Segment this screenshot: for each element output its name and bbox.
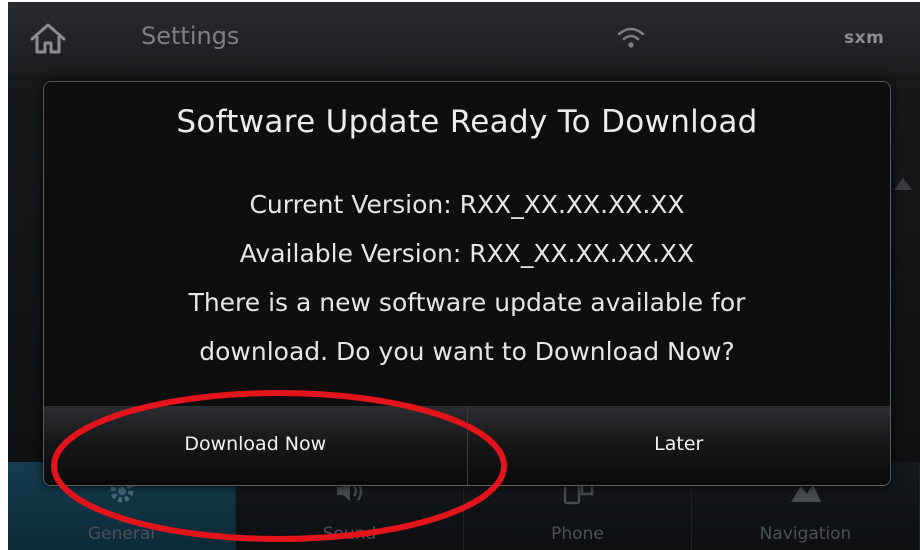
sxm-logo: sxm	[844, 28, 885, 48]
scroll-up-icon[interactable]	[894, 178, 912, 190]
update-message-line-2: download. Do you want to Download Now?	[199, 337, 735, 366]
tab-label: Navigation	[759, 524, 852, 544]
dialog-message: Current Version: RXX_XX.XX.XX.XX Availab…	[44, 180, 890, 376]
available-version-text: Available Version: RXX_XX.XX.XX.XX	[239, 239, 695, 268]
tab-label: Phone	[551, 524, 604, 544]
wifi-icon	[617, 27, 645, 48]
infotainment-screen: Settings sxm General Sound Phone Navigat…	[8, 2, 920, 550]
software-update-dialog: Software Update Ready To Download Curren…	[43, 81, 891, 486]
home-button[interactable]	[16, 10, 80, 66]
tab-label: General	[88, 524, 155, 544]
dialog-title: Software Update Ready To Download	[176, 104, 758, 140]
tab-label: Sound	[322, 524, 377, 544]
home-icon	[30, 23, 66, 54]
dialog-button-row: Download Now Later	[44, 406, 890, 485]
current-version-text: Current Version: RXX_XX.XX.XX.XX	[249, 190, 685, 219]
download-now-button[interactable]: Download Now	[44, 407, 468, 485]
later-button[interactable]: Later	[467, 407, 890, 485]
screen-title: Settings	[141, 22, 240, 50]
top-bar: Settings sxm	[8, 2, 920, 75]
update-message-line-1: There is a new software update available…	[188, 288, 746, 317]
